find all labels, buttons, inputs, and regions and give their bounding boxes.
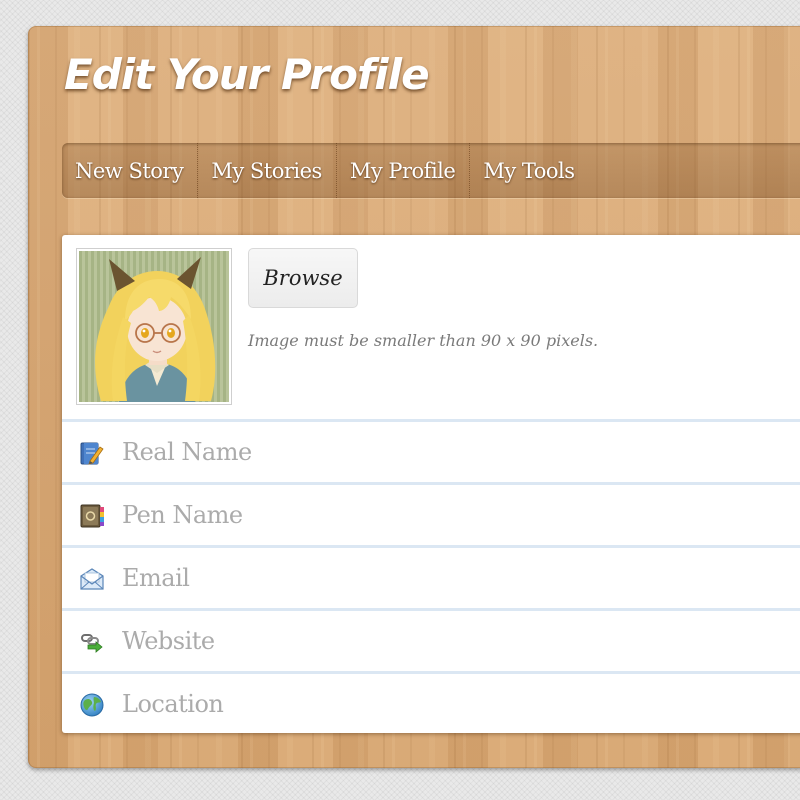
field-row-website xyxy=(62,611,800,674)
profile-fields xyxy=(62,419,800,734)
field-row-real-name xyxy=(62,422,800,485)
avatar[interactable] xyxy=(76,248,232,405)
email-input[interactable] xyxy=(112,553,800,603)
field-row-location xyxy=(62,674,800,734)
location-input[interactable] xyxy=(112,679,800,729)
website-input[interactable] xyxy=(112,616,800,666)
pen-name-input[interactable] xyxy=(112,490,800,540)
nav-item-my-tools[interactable]: My Tools xyxy=(470,143,588,198)
nav-item-my-profile[interactable]: My Profile xyxy=(337,143,471,198)
nav-item-my-stories[interactable]: My Stories xyxy=(198,143,337,198)
field-row-pen-name xyxy=(62,485,800,548)
envelope-icon xyxy=(80,568,104,590)
profile-form: Browse Image must be smaller than 90 x 9… xyxy=(62,235,800,733)
notebook-pencil-icon xyxy=(80,442,104,465)
address-book-icon xyxy=(80,504,104,528)
globe-icon xyxy=(80,693,104,717)
field-row-email xyxy=(62,548,800,611)
image-size-hint: Image must be smaller than 90 x 90 pixel… xyxy=(248,331,599,350)
browse-button[interactable]: Browse xyxy=(248,248,358,308)
page-title: Edit Your Profile xyxy=(64,50,430,99)
link-arrow-icon xyxy=(81,634,103,653)
nav-item-new-story[interactable]: New Story xyxy=(62,143,199,198)
nav-bar: New Story My Stories My Profile My Tools xyxy=(62,143,800,198)
real-name-input[interactable] xyxy=(112,427,800,477)
avatar-illustration xyxy=(79,251,229,402)
